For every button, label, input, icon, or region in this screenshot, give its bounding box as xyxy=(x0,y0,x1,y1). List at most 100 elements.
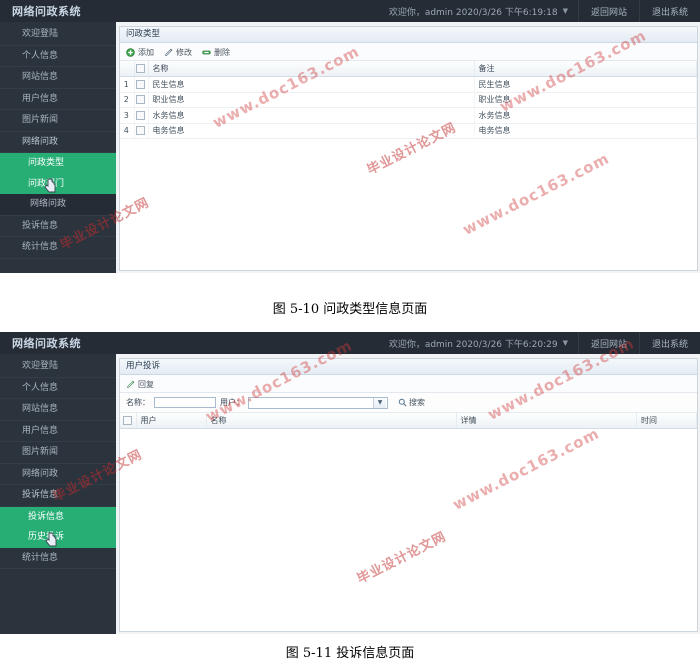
table-row[interactable]: 4 电务信息 电务信息 xyxy=(120,123,697,139)
checkbox-icon[interactable] xyxy=(136,64,145,73)
sidebar-item-network-politics[interactable]: 网络问政 xyxy=(0,464,116,485)
panel-toolbar: 回复 xyxy=(120,375,697,393)
cell-name: 电务信息 xyxy=(148,123,475,139)
panel-toolbar: 添加 修改 删除 xyxy=(120,43,697,61)
logout-button[interactable]: 退出系统 xyxy=(638,0,700,22)
complaint-table: 用户 名称 详情 时间 xyxy=(120,413,697,429)
panel-title: 问政类型 xyxy=(120,27,697,43)
magnifier-icon xyxy=(398,398,407,407)
row-index: 3 xyxy=(120,107,135,124)
cell-name: 民生信息 xyxy=(148,76,475,93)
checkbox-icon[interactable] xyxy=(122,416,132,425)
sidebar-item-user-info[interactable]: 用户信息 xyxy=(0,421,116,442)
sidebar-submenu-complaint: 投诉信息 历史投诉 xyxy=(0,506,116,548)
top-bar-right: 欢迎你，admin 2020/3/26 下午6:20:29 ▼ 返回网站 退出系… xyxy=(379,332,700,354)
row-index: 2 xyxy=(120,92,135,108)
checkbox-icon[interactable] xyxy=(136,110,145,120)
th-remark[interactable]: 备注 xyxy=(474,61,697,77)
add-button[interactable]: 添加 xyxy=(126,47,154,58)
welcome-user-menu[interactable]: 欢迎你，admin 2020/3/26 下午6:19:18 ▼ xyxy=(379,0,578,22)
minus-icon xyxy=(202,50,211,54)
table-row[interactable]: 2 职业信息 职业信息 xyxy=(120,92,697,108)
plus-icon xyxy=(126,47,135,57)
checkbox-icon[interactable] xyxy=(136,95,145,105)
top-bar-right: 欢迎你，admin 2020/3/26 下午6:19:18 ▼ 返回网站 退出系… xyxy=(379,0,700,22)
sidebar-nav: 欢迎登陆 个人信息 网站信息 用户信息 图片新闻 网络问政 问政类型 问政部门 … xyxy=(0,22,116,273)
sidebar-item-site-info[interactable]: 网站信息 xyxy=(0,399,116,421)
body-split: 欢迎登陆 个人信息 网站信息 用户信息 图片新闻 网络问政 投诉信息 投诉信息 … xyxy=(0,354,700,634)
th-detail[interactable]: 详情 xyxy=(456,413,637,429)
search-bar: 名称： 用户： ▼ 搜索 xyxy=(120,393,697,413)
body-split: 欢迎登陆 个人信息 网站信息 用户信息 图片新闻 网络问政 问政类型 问政部门 … xyxy=(0,22,700,273)
sidebar-subitem-wenzheng-type[interactable]: 问政类型 xyxy=(0,153,116,174)
edit-button[interactable]: 修改 xyxy=(164,47,192,58)
chevron-down-icon: ▼ xyxy=(562,7,568,15)
checkbox-icon[interactable] xyxy=(136,79,145,89)
sidebar-item-welcome[interactable]: 欢迎登陆 xyxy=(0,356,116,378)
welcome-user-menu[interactable]: 欢迎你，admin 2020/3/26 下午6:20:29 ▼ xyxy=(379,332,578,354)
sidebar-subitem-complaint-info[interactable]: 投诉信息 xyxy=(0,506,116,527)
sidebar-submenu-network-politics: 问政类型 问政部门 xyxy=(0,153,116,194)
sidebar-nav: 欢迎登陆 个人信息 网站信息 用户信息 图片新闻 网络问政 投诉信息 投诉信息 … xyxy=(0,354,116,634)
sidebar-item-personal-info[interactable]: 个人信息 xyxy=(0,378,116,399)
chevron-down-icon: ▼ xyxy=(373,397,386,408)
checkbox-icon[interactable] xyxy=(136,126,145,136)
pencil-icon xyxy=(165,48,173,56)
th-index xyxy=(120,61,135,77)
row-checkbox-cell[interactable] xyxy=(134,92,149,108)
sidebar-item-user-info[interactable]: 用户信息 xyxy=(0,89,116,110)
table-row[interactable]: 1 民生信息 民生信息 xyxy=(120,76,697,93)
sidebar-item-complaint-info[interactable]: 投诉信息 xyxy=(0,485,116,507)
user-select[interactable]: ▼ xyxy=(248,396,388,409)
cell-remark: 电务信息 xyxy=(474,123,697,139)
sidebar-item-statistics-info[interactable]: 统计信息 xyxy=(0,237,116,259)
sidebar-subitem-label: 历史投诉 xyxy=(28,532,65,542)
row-checkbox-cell[interactable] xyxy=(134,107,149,124)
app-brand-title: 网络问政系统 xyxy=(12,337,81,350)
th-name[interactable]: 名称 xyxy=(148,61,475,77)
panel-title: 用户投诉 xyxy=(120,359,697,375)
back-to-site-button[interactable]: 返回网站 xyxy=(577,0,639,22)
top-bar: 网络问政系统 欢迎你，admin 2020/3/26 下午6:20:29 ▼ 返… xyxy=(0,332,700,354)
welcome-text: 欢迎你，admin 2020/3/26 下午6:20:29 xyxy=(388,339,558,350)
th-time[interactable]: 时间 xyxy=(636,413,697,429)
th-select-all[interactable] xyxy=(134,61,149,77)
sidebar-subitem-history-complaint[interactable]: 历史投诉 xyxy=(0,527,116,548)
back-to-site-button[interactable]: 返回网站 xyxy=(577,332,639,354)
th-user[interactable]: 用户 xyxy=(136,413,207,429)
th-name[interactable]: 名称 xyxy=(206,413,457,429)
user-field-label: 用户： xyxy=(220,398,244,407)
sidebar-subitem-wenzheng-department[interactable]: 问政部门 xyxy=(0,173,116,194)
sidebar-subitem-label: 问政部门 xyxy=(28,178,65,189)
sidebar-item-personal-info[interactable]: 个人信息 xyxy=(0,46,116,67)
logout-button[interactable]: 退出系统 xyxy=(638,332,700,354)
cell-remark: 民生信息 xyxy=(474,76,697,93)
add-button-label: 添加 xyxy=(138,47,154,57)
sidebar-item-picture-news[interactable]: 图片新闻 xyxy=(0,110,116,132)
sidebar-item-welcome[interactable]: 欢迎登陆 xyxy=(0,24,116,46)
sidebar-item-picture-news[interactable]: 图片新闻 xyxy=(0,442,116,464)
th-select-all[interactable] xyxy=(120,413,137,429)
row-checkbox-cell[interactable] xyxy=(134,76,149,93)
table-row[interactable]: 3 水务信息 水务信息 xyxy=(120,107,697,124)
table-header-row: 名称 备注 xyxy=(120,61,697,77)
table-header-row: 用户 名称 详情 时间 xyxy=(120,413,697,429)
search-button-label: 搜索 xyxy=(409,398,425,407)
sidebar-item-site-info[interactable]: 网站信息 xyxy=(0,67,116,89)
delete-button[interactable]: 删除 xyxy=(202,47,230,58)
search-button[interactable]: 搜索 xyxy=(398,397,425,408)
reply-button[interactable]: 回复 xyxy=(126,379,154,390)
edit-button-label: 修改 xyxy=(176,47,192,57)
sidebar-item-statistics-info[interactable]: 统计信息 xyxy=(0,548,116,569)
name-input[interactable] xyxy=(154,397,216,408)
sidebar-item-network-politics-sub[interactable]: 网络问政 xyxy=(0,194,116,216)
panel-user-complaint: 用户投诉 回复 名称： 用户： ▼ 搜索 用户 名称 详情 时间 xyxy=(119,358,698,632)
figure-caption-5-10: 图 5-10 问政类型信息页面 xyxy=(272,302,428,317)
welcome-text: 欢迎你，admin 2020/3/26 下午6:19:18 xyxy=(388,7,558,18)
row-checkbox-cell[interactable] xyxy=(134,123,149,139)
sidebar-item-network-politics[interactable]: 网络问政 xyxy=(0,132,116,153)
cell-name: 水务信息 xyxy=(148,107,475,124)
sidebar-item-complaint-info[interactable]: 投诉信息 xyxy=(0,216,116,237)
screenshot-page: 网络问政系统 欢迎你，admin 2020/3/26 下午6:19:18 ▼ 返… xyxy=(0,0,700,664)
content-area: 问政类型 添加 修改 删除 名称 备注 1 民生信息 民生信息 2 职业信息 职… xyxy=(116,22,700,273)
